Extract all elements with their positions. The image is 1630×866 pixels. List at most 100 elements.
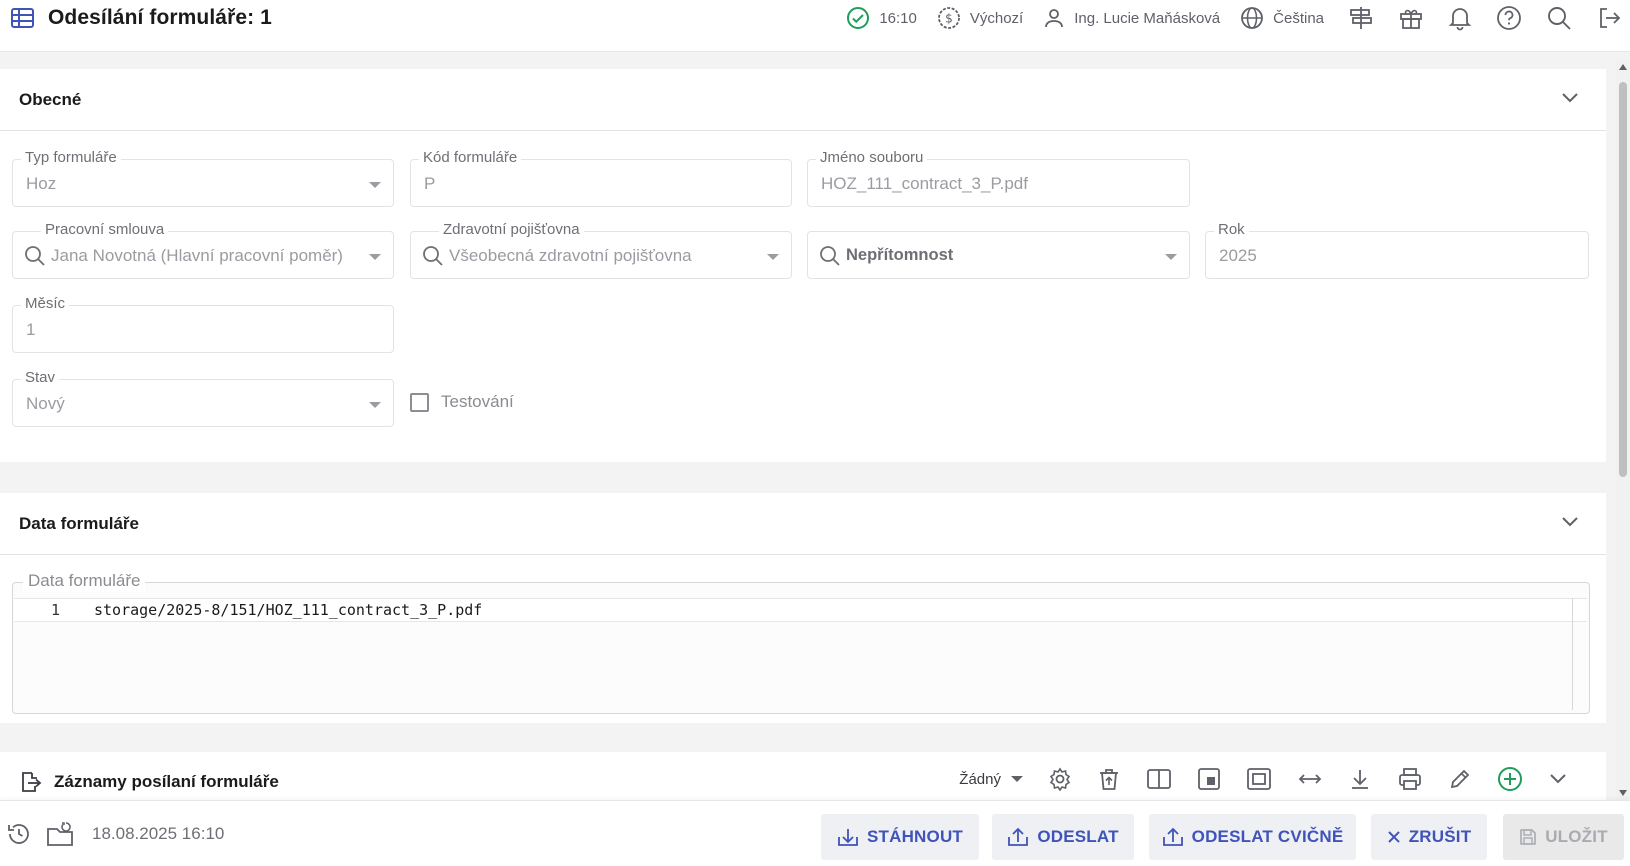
general-card: Obecné Typ formuláře Hoz Kód formuláře P… bbox=[0, 69, 1606, 462]
trash-restore-icon[interactable] bbox=[1097, 767, 1121, 791]
absence-placeholder: Nepřítomnost bbox=[846, 246, 954, 264]
form-data-editor[interactable]: Data formuláře 1 storage/2025-8/151/HOZ_… bbox=[12, 570, 1590, 714]
send-test-button-label: ODESLAT CVIČNĚ bbox=[1191, 827, 1344, 846]
settings-icon[interactable] bbox=[1048, 767, 1072, 791]
general-header[interactable]: Obecné bbox=[0, 69, 1606, 131]
split-view-icon[interactable] bbox=[1146, 767, 1172, 791]
absence-select[interactable]: Nepřítomnost bbox=[807, 231, 1190, 279]
scroll-down-arrow[interactable] bbox=[1619, 790, 1627, 796]
view-filter-select[interactable]: Žádný bbox=[959, 771, 1023, 788]
download-button[interactable]: STÁHNOUT bbox=[821, 814, 979, 860]
general-heading: Obecné bbox=[19, 89, 82, 109]
month-label: Měsíc bbox=[21, 294, 70, 314]
svg-text:$: $ bbox=[945, 12, 953, 26]
table-icon[interactable] bbox=[10, 7, 36, 29]
top-bar: Odesílání formuláře: 1 16:10 $ Výchozí I… bbox=[0, 0, 1630, 52]
status-indicator[interactable]: 16:10 bbox=[846, 6, 917, 30]
currency-label: Výchozí bbox=[969, 9, 1024, 27]
print-icon[interactable] bbox=[1397, 767, 1423, 791]
year-label: Rok bbox=[1214, 220, 1249, 240]
dropdown-caret-icon bbox=[369, 254, 381, 260]
employment-contract-select[interactable]: Pracovní smlouva Jana Novotná (Hlavní pr… bbox=[12, 220, 394, 279]
dropdown-caret-icon bbox=[1165, 254, 1177, 260]
form-type-select[interactable]: Typ formuláře Hoz bbox=[12, 148, 394, 207]
bell-icon[interactable] bbox=[1448, 5, 1472, 31]
language-label: Čeština bbox=[1273, 9, 1324, 27]
last-modified-timestamp: 18.08.2025 16:10 bbox=[92, 824, 225, 843]
records-header: Záznamy posílaní formuláře Žádný bbox=[0, 752, 1606, 806]
history-icon[interactable] bbox=[6, 821, 32, 847]
chevron-down-icon[interactable] bbox=[1548, 772, 1568, 786]
health-insurance-value: Všeobecná zdravotní pojišťovna bbox=[449, 246, 692, 265]
month-value: 1 bbox=[26, 320, 36, 339]
user-icon bbox=[1043, 7, 1065, 29]
health-insurance-select[interactable]: Zdravotní pojišťovna Všeobecná zdravotní… bbox=[410, 220, 792, 279]
code-line-text[interactable]: storage/2025-8/151/HOZ_111_contract_3_P.… bbox=[94, 601, 482, 619]
scroll-thumb[interactable] bbox=[1619, 82, 1627, 477]
health-insurance-label: Zdravotní pojišťovna bbox=[439, 220, 584, 240]
form-code-value: P bbox=[424, 174, 436, 193]
search-icon bbox=[24, 245, 46, 267]
editor-scrollbar[interactable] bbox=[1572, 598, 1573, 710]
save-button[interactable]: ULOŽIT bbox=[1503, 814, 1624, 860]
language-selector[interactable]: Čeština bbox=[1240, 6, 1324, 30]
upload-tray-icon bbox=[1007, 827, 1029, 847]
file-name-field[interactable]: Jméno souboru HOZ_111_contract_3_P.pdf bbox=[807, 148, 1190, 207]
month-field[interactable]: Měsíc 1 bbox=[12, 294, 394, 353]
folder-refresh-icon[interactable] bbox=[46, 821, 76, 847]
close-icon bbox=[1387, 830, 1401, 844]
chevron-down-icon[interactable] bbox=[1560, 91, 1580, 105]
testing-checkbox[interactable] bbox=[410, 392, 429, 412]
cancel-button[interactable]: ZRUŠIT bbox=[1371, 814, 1487, 860]
status-select[interactable]: Stav Nový bbox=[12, 368, 394, 427]
gift-icon[interactable] bbox=[1398, 5, 1424, 31]
dropdown-caret-icon bbox=[767, 254, 779, 260]
send-button[interactable]: ODESLAT bbox=[992, 814, 1134, 860]
send-button-label: ODESLAT bbox=[1037, 827, 1119, 846]
form-code-field[interactable]: Kód formuláře P bbox=[410, 148, 792, 207]
user-name: Ing. Lucie Maňásková bbox=[1074, 9, 1221, 27]
edit-icon[interactable] bbox=[1448, 767, 1472, 791]
year-field[interactable]: Rok 2025 bbox=[1205, 220, 1589, 279]
status-time: 16:10 bbox=[879, 9, 917, 27]
form-type-label: Typ formuláře bbox=[21, 148, 121, 168]
page-scrollbar[interactable] bbox=[1616, 60, 1630, 800]
form-type-value: Hoz bbox=[26, 174, 57, 193]
page-title: Odesílání formuláře: 1 bbox=[48, 6, 272, 29]
file-name-label: Jméno souboru bbox=[816, 148, 928, 168]
view-filter-value: Žádný bbox=[959, 770, 1001, 788]
send-test-button[interactable]: ODESLAT CVIČNĚ bbox=[1149, 814, 1356, 860]
picture-in-picture-icon[interactable] bbox=[1197, 767, 1221, 791]
search-icon[interactable] bbox=[1546, 5, 1572, 31]
download-icon[interactable] bbox=[1348, 767, 1372, 791]
save-button-label: ULOŽIT bbox=[1545, 827, 1608, 846]
editor-label: Data formuláře bbox=[23, 570, 146, 592]
signpost-icon[interactable] bbox=[1348, 5, 1374, 31]
save-icon bbox=[1519, 828, 1537, 846]
download-tray-icon bbox=[837, 827, 859, 847]
scroll-up-arrow[interactable] bbox=[1619, 64, 1627, 70]
file-name-value: HOZ_111_contract_3_P.pdf bbox=[821, 174, 1028, 193]
form-data-header[interactable]: Data formuláře bbox=[0, 493, 1606, 555]
add-circle-icon[interactable] bbox=[1497, 766, 1523, 792]
chevron-down-icon[interactable] bbox=[1560, 515, 1580, 529]
search-icon bbox=[819, 245, 841, 267]
download-button-label: STÁHNOUT bbox=[866, 827, 964, 846]
user-menu[interactable]: Ing. Lucie Maňásková bbox=[1043, 7, 1220, 29]
testing-checkbox-row[interactable]: Testování bbox=[410, 392, 514, 412]
status-value: Nový bbox=[26, 394, 65, 413]
globe-icon bbox=[1240, 6, 1264, 30]
help-icon[interactable] bbox=[1496, 5, 1522, 31]
file-export-icon bbox=[18, 770, 42, 794]
dropdown-caret-icon bbox=[1011, 776, 1023, 782]
fit-screen-icon[interactable] bbox=[1246, 767, 1272, 791]
dropdown-caret-icon bbox=[369, 182, 381, 188]
dropdown-caret-icon bbox=[369, 402, 381, 408]
check-circle-icon bbox=[846, 6, 870, 30]
expand-width-icon[interactable] bbox=[1297, 767, 1323, 791]
status-label: Stav bbox=[21, 368, 60, 388]
form-data-heading: Data formuláře bbox=[19, 513, 139, 533]
logout-icon[interactable] bbox=[1596, 5, 1622, 31]
search-icon bbox=[422, 245, 444, 267]
currency-selector[interactable]: $ Výchozí bbox=[937, 6, 1023, 30]
